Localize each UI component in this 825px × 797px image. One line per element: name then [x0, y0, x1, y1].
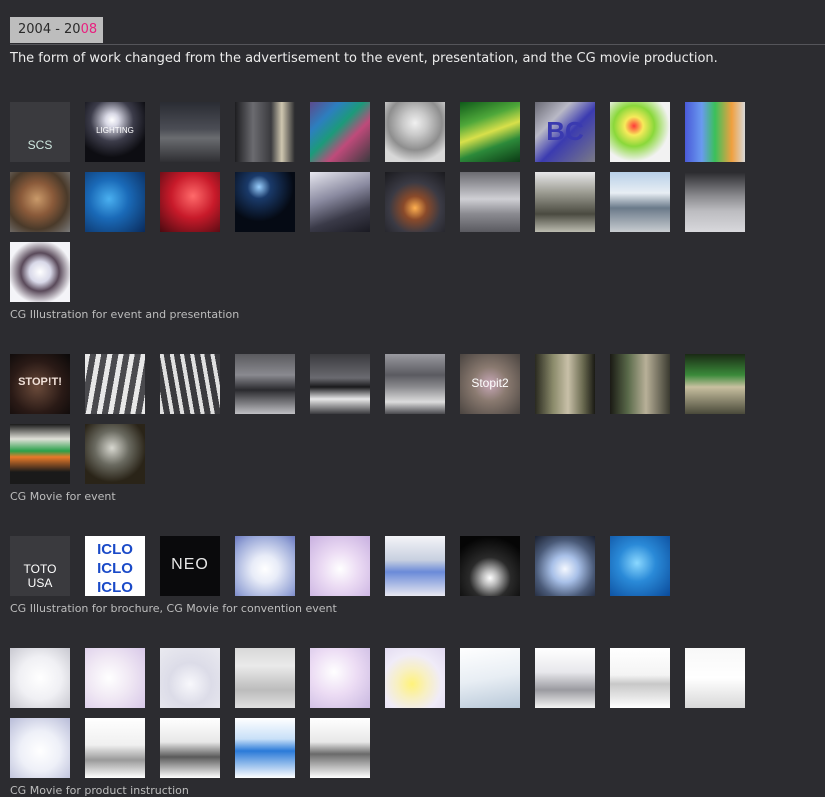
thumbnail[interactable] [160, 172, 220, 232]
thumbnail-label: ICLO ICLO ICLO [97, 541, 133, 596]
thumbnail[interactable]: NEO [160, 536, 220, 596]
thumbnail[interactable] [235, 354, 295, 414]
thumbnail-grid [10, 648, 760, 788]
thumbnail[interactable]: TOTO USA [10, 536, 70, 596]
thumbnail[interactable] [235, 102, 295, 162]
thumbnail-label: Stopit2 [471, 376, 509, 390]
thumbnail[interactable] [685, 354, 745, 414]
thumbnail[interactable] [460, 172, 520, 232]
year-range-prefix: 2004 - 20 [18, 22, 81, 37]
header-bar: 2004 - 2008 [10, 17, 825, 45]
thumbnail[interactable] [310, 102, 370, 162]
thumbnail[interactable] [235, 172, 295, 232]
thumbnail-label: NEO [171, 556, 209, 573]
year-range-highlight: 08 [80, 22, 98, 37]
thumbnail-label: STOP!T! [18, 376, 62, 388]
thumbnail[interactable] [610, 354, 670, 414]
thumbnail[interactable] [310, 648, 370, 708]
thumbnail[interactable] [385, 354, 445, 414]
thumbnail[interactable] [610, 536, 670, 596]
thumbnail[interactable] [385, 648, 445, 708]
section-caption: CG Illustration for event and presentati… [10, 308, 240, 321]
thumbnail[interactable] [610, 648, 670, 708]
thumbnail[interactable] [85, 354, 145, 414]
thumbnail-grid: STOP!T! Stopit2 [10, 354, 760, 494]
thumbnail[interactable] [535, 354, 595, 414]
section-caption: CG Movie for event [10, 490, 116, 503]
section-event-illustration: SCS LIGHTING BC CG Illustration for event … [10, 102, 760, 321]
thumbnail[interactable] [10, 718, 70, 778]
thumbnail[interactable] [460, 536, 520, 596]
section-product-instruction: CG Movie for product instruction [10, 648, 760, 797]
thumbnail[interactable] [685, 648, 745, 708]
thumbnail[interactable] [85, 718, 145, 778]
thumbnail[interactable] [310, 536, 370, 596]
thumbnail[interactable] [685, 172, 745, 232]
thumbnail-label: BC [546, 116, 584, 146]
thumbnail[interactable] [160, 102, 220, 162]
section-event-movie: STOP!T! Stopit2 CG Movie for event [10, 354, 760, 503]
intro-text: The form of work changed from the advert… [10, 51, 718, 66]
thumbnail[interactable] [160, 648, 220, 708]
section-caption: CG Movie for product instruction [10, 784, 189, 797]
thumbnail[interactable] [610, 102, 670, 162]
thumbnail[interactable] [310, 718, 370, 778]
thumbnail-label: TOTO USA [23, 562, 57, 590]
thumbnail[interactable] [160, 354, 220, 414]
thumbnail[interactable] [85, 172, 145, 232]
thumbnail[interactable] [310, 172, 370, 232]
thumbnail[interactable] [235, 718, 295, 778]
thumbnail[interactable]: BC [535, 102, 595, 162]
thumbnail-label: LIGHTING [96, 126, 134, 135]
section-caption: CG Illustration for brochure, CG Movie f… [10, 602, 337, 615]
thumbnail[interactable] [310, 354, 370, 414]
thumbnail[interactable] [535, 536, 595, 596]
thumbnail[interactable] [235, 648, 295, 708]
thumbnail[interactable]: STOP!T! [10, 354, 70, 414]
thumbnail[interactable] [685, 102, 745, 162]
thumbnail-label: SCS [27, 138, 53, 152]
section-brochure: TOTO USA ICLO ICLO ICLO NEO CG Illustratio… [10, 536, 760, 615]
thumbnail[interactable] [10, 424, 70, 484]
thumbnail[interactable] [460, 102, 520, 162]
thumbnail[interactable] [10, 648, 70, 708]
thumbnail-grid: SCS LIGHTING BC [10, 102, 760, 312]
thumbnail[interactable] [10, 242, 70, 302]
thumbnail[interactable] [460, 648, 520, 708]
thumbnail[interactable]: SCS [10, 102, 70, 162]
thumbnail[interactable] [610, 172, 670, 232]
thumbnail[interactable] [385, 536, 445, 596]
thumbnail[interactable] [160, 718, 220, 778]
thumbnail[interactable]: Stopit2 [460, 354, 520, 414]
thumbnail[interactable] [235, 536, 295, 596]
thumbnail[interactable]: ICLO ICLO ICLO [85, 536, 145, 596]
thumbnail[interactable] [85, 648, 145, 708]
thumbnail[interactable] [535, 648, 595, 708]
thumbnail[interactable] [535, 172, 595, 232]
thumbnail[interactable] [10, 172, 70, 232]
thumbnail-grid: TOTO USA ICLO ICLO ICLO NEO [10, 536, 760, 606]
year-range-tag: 2004 - 2008 [10, 17, 103, 43]
thumbnail[interactable] [85, 424, 145, 484]
thumbnail[interactable] [385, 172, 445, 232]
thumbnail[interactable]: LIGHTING [85, 102, 145, 162]
thumbnail[interactable] [385, 102, 445, 162]
